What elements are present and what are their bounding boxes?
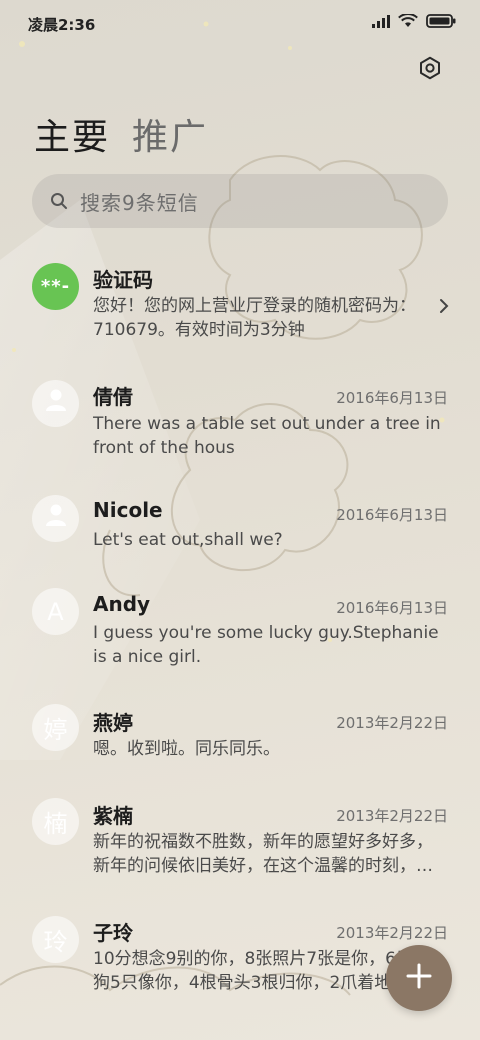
message-date: 2016年6月13日 [336, 389, 448, 407]
avatar: 婷 [32, 704, 79, 751]
avatar: 楠 [32, 798, 79, 845]
tab-bar: 主要 推广 [34, 108, 208, 160]
message-date: 2016年6月13日 [336, 506, 448, 524]
conversation-item[interactable]: 倩倩 2016年6月13日 There was a table set out … [0, 378, 480, 478]
new-message-button[interactable] [386, 945, 452, 1011]
message-preview: 嗯。收到啦。同乐同乐。 [93, 739, 280, 759]
avatar: **- [32, 263, 79, 310]
avatar: A [32, 588, 79, 635]
plus-icon [405, 962, 433, 994]
contact-name: 倩倩 [93, 385, 133, 409]
avatar [32, 380, 79, 427]
signal-icon [372, 13, 390, 32]
contact-name: Andy [93, 592, 151, 616]
avatar-letter: 玲 [43, 928, 68, 956]
settings-button[interactable] [416, 56, 444, 84]
tab-primary[interactable]: 主要 [34, 108, 110, 160]
avatar-letter: A [47, 597, 64, 626]
message-date: 2013年2月22日 [336, 924, 448, 942]
message-preview: 您好！您的网上营业厅登录的随机密码为：710679。有效时间为3分钟 [93, 296, 416, 340]
avatar: 玲 [32, 916, 79, 963]
search-placeholder: 搜索9条短信 [80, 190, 199, 215]
search-icon [50, 192, 68, 210]
person-icon [45, 503, 67, 534]
conversation-item[interactable]: 婷 燕婷 2013年2月22日 嗯。收到啦。同乐同乐。 [0, 704, 480, 785]
search-input[interactable]: 搜索9条短信 [32, 174, 448, 228]
message-date: 2016年6月13日 [336, 599, 448, 617]
message-date: 2013年2月22日 [336, 807, 448, 825]
conversation-item[interactable]: Nicole 2016年6月13日 Let's eat out,shall we… [0, 495, 480, 575]
wifi-icon [398, 13, 418, 32]
message-preview: I guess you're some lucky guy.Stephanie … [93, 623, 439, 667]
avatar [32, 495, 79, 542]
avatar-letter: 楠 [43, 810, 68, 838]
avatar-letter: 婷 [43, 716, 68, 744]
conversation-item[interactable]: **- 验证码 您好！您的网上营业厅登录的随机密码为：710679。有效时间为3… [0, 260, 480, 360]
message-preview: 新年的祝福数不胜数，新年的愿望好多好多，新年的问候依旧美好，在这个温馨的时刻，… [93, 832, 433, 876]
person-icon [45, 388, 67, 419]
contact-name: 子玲 [93, 921, 133, 945]
battery-icon [426, 13, 456, 32]
tab-promotions[interactable]: 推广 [132, 108, 208, 160]
chevron-right-icon [438, 298, 450, 314]
status-bar: 凌晨2:36 [0, 0, 480, 44]
contact-name: 紫楠 [93, 804, 133, 828]
conversation-item[interactable]: 楠 紫楠 2013年2月22日 新年的祝福数不胜数，新年的愿望好多好多，新年的问… [0, 798, 480, 898]
message-date: 2013年2月22日 [336, 714, 448, 732]
gear-icon [418, 56, 442, 84]
contact-name: Nicole [93, 498, 163, 522]
message-preview: There was a table set out under a tree i… [93, 414, 441, 458]
message-preview: Let's eat out,shall we? [93, 530, 283, 550]
conversation-item[interactable]: A Andy 2016年6月13日 I guess you're some lu… [0, 588, 480, 690]
contact-name: 验证码 [93, 268, 153, 292]
contact-name: 燕婷 [93, 711, 133, 735]
avatar-text: **- [40, 276, 71, 297]
status-time: 凌晨2:36 [28, 16, 96, 34]
